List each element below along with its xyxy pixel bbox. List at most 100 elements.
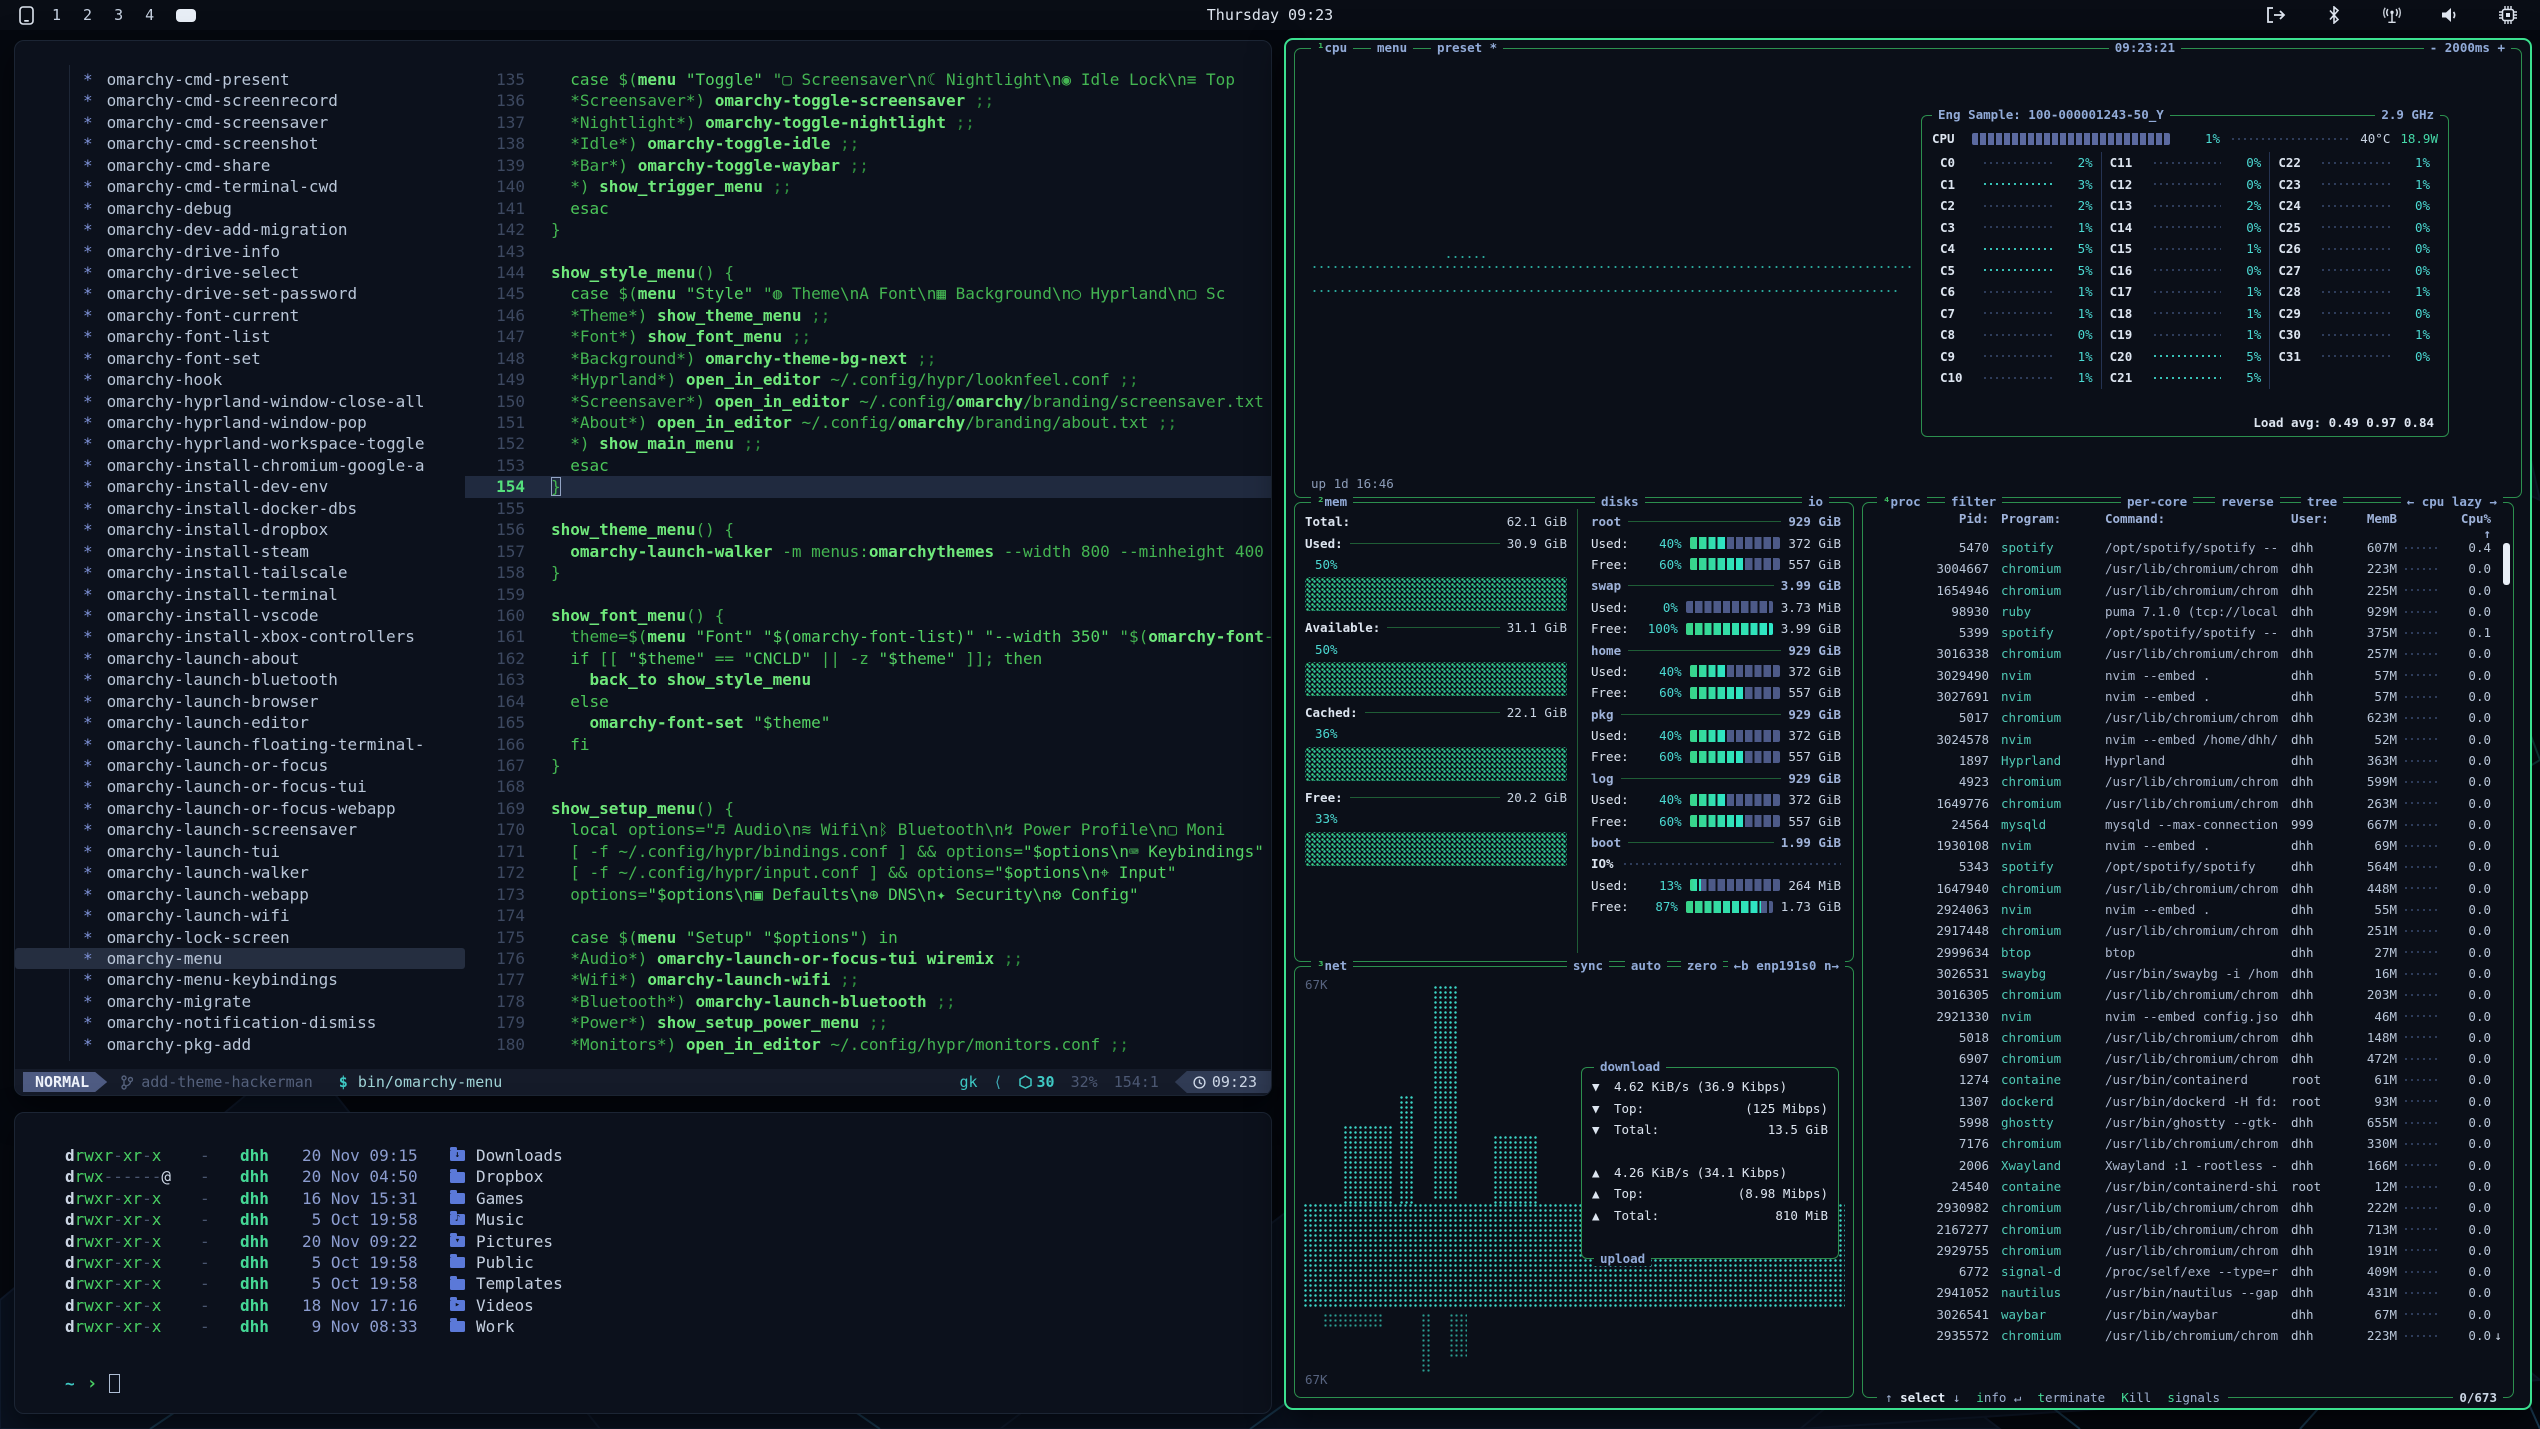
process-row[interactable]: 1930108nvimnvim --embed .dhh69M0.0 bbox=[1871, 835, 2505, 856]
dir-name[interactable]: Work bbox=[476, 1316, 515, 1337]
file-item[interactable]: *omarchy-install-xbox-controllers bbox=[15, 626, 465, 647]
tab-mem[interactable]: ²mem bbox=[1311, 495, 1353, 509]
file-item[interactable]: *omarchy-migrate bbox=[15, 991, 465, 1012]
file-item[interactable]: *omarchy-install-docker-dbs bbox=[15, 498, 465, 519]
code-line[interactable]: theme=$(menu "Font" "$(omarchy-font-list… bbox=[525, 626, 1271, 647]
file-item[interactable]: *omarchy-launch-or-focus bbox=[15, 755, 465, 776]
file-item[interactable]: *omarchy-cmd-screenshot bbox=[15, 133, 465, 154]
code-line[interactable]: *Background*) omarchy-theme-bg-next ;; bbox=[525, 348, 1271, 369]
file-item[interactable]: *omarchy-cmd-present bbox=[15, 69, 465, 90]
code-line[interactable] bbox=[525, 241, 1271, 262]
code-line[interactable]: show_setup_menu() { bbox=[525, 798, 1271, 819]
code-line[interactable]: *Audio*) omarchy-launch-or-focus-tui wir… bbox=[525, 948, 1271, 969]
code-line[interactable] bbox=[525, 905, 1271, 926]
code-line[interactable]: *Monitors*) open_in_editor ~/.config/hyp… bbox=[525, 1034, 1271, 1055]
code-line[interactable]: *Theme*) show_theme_menu ;; bbox=[525, 305, 1271, 326]
code-line[interactable]: case $(menu "Setup" "$options") in bbox=[525, 927, 1271, 948]
tree-button[interactable]: tree bbox=[2301, 495, 2343, 509]
code-line[interactable]: show_font_menu() { bbox=[525, 605, 1271, 626]
file-item[interactable]: *omarchy-install-steam bbox=[15, 541, 465, 562]
process-row[interactable]: 6907chromium/usr/lib/chromium/chromdhh47… bbox=[1871, 1048, 2505, 1069]
process-row[interactable]: 2930982chromium/usr/lib/chromium/chromdh… bbox=[1871, 1197, 2505, 1218]
process-row[interactable]: 3026531swaybg/usr/bin/swaybg -i /homdhh1… bbox=[1871, 963, 2505, 984]
file-item[interactable]: *omarchy-launch-or-focus-webapp bbox=[15, 798, 465, 819]
file-item[interactable]: *omarchy-hyprland-window-close-all bbox=[15, 391, 465, 412]
code-line[interactable]: fi bbox=[525, 734, 1271, 755]
code-line[interactable]: omarchy-launch-walker -m menus:omarchyth… bbox=[525, 541, 1271, 562]
process-row[interactable]: 3016338chromium/usr/lib/chromium/chromdh… bbox=[1871, 643, 2505, 664]
process-row[interactable]: 5470spotify/opt/spotify/spotify --dhh607… bbox=[1871, 537, 2505, 558]
code-line[interactable]: local options="♬ Audio\n≋ Wifi\nᛒ Blueto… bbox=[525, 819, 1271, 840]
update-interval[interactable]: - 2000ms + bbox=[2424, 41, 2511, 55]
file-item[interactable]: *omarchy-launch-browser bbox=[15, 691, 465, 712]
file-item[interactable]: *omarchy-launch-tui bbox=[15, 841, 465, 862]
file-item[interactable]: *omarchy-install-dropbox bbox=[15, 519, 465, 540]
sort-selector[interactable]: ← cpu lazy → bbox=[2401, 495, 2503, 509]
file-item[interactable]: *omarchy-drive-info bbox=[15, 241, 465, 262]
file-item[interactable]: *omarchy-menu-keybindings bbox=[15, 969, 465, 990]
code-line[interactable]: } bbox=[525, 562, 1271, 583]
process-row[interactable]: 2935572chromium/usr/lib/chromium/chromdh… bbox=[1871, 1325, 2505, 1346]
process-row[interactable]: 5399spotify/opt/spotify/spotify --dhh375… bbox=[1871, 622, 2505, 643]
net-sync-button[interactable]: sync bbox=[1567, 959, 1609, 973]
dir-name[interactable]: Games bbox=[476, 1188, 524, 1209]
process-row[interactable]: 5017chromium/usr/lib/chromium/chromdhh62… bbox=[1871, 707, 2505, 728]
code-line[interactable]: *Bluetooth*) omarchy-launch-bluetooth ;; bbox=[525, 991, 1271, 1012]
file-item[interactable]: *omarchy-notification-dismiss bbox=[15, 1012, 465, 1033]
code-line[interactable]: esac bbox=[525, 198, 1271, 219]
process-row[interactable]: 3024578nvimnvim --embed /home/dhh/dhh52M… bbox=[1871, 729, 2505, 750]
process-row[interactable]: 2006XwaylandXwayland :1 -rootless -dhh16… bbox=[1871, 1155, 2505, 1176]
process-row[interactable]: 5998ghostty/usr/bin/ghostty --gtk-dhh655… bbox=[1871, 1112, 2505, 1133]
code-line[interactable]: *Bar*) omarchy-toggle-waybar ;; bbox=[525, 155, 1271, 176]
file-item[interactable]: *omarchy-launch-wifi bbox=[15, 905, 465, 926]
file-item[interactable]: *omarchy-drive-set-password bbox=[15, 283, 465, 304]
file-item[interactable]: *omarchy-cmd-share bbox=[15, 155, 465, 176]
dir-name[interactable]: Templates bbox=[476, 1273, 563, 1294]
shell-prompt[interactable]: ~ › bbox=[65, 1373, 120, 1394]
file-item[interactable]: *omarchy-launch-bluetooth bbox=[15, 669, 465, 690]
process-row[interactable]: 7176chromium/usr/lib/chromium/chromdhh33… bbox=[1871, 1133, 2505, 1154]
file-item[interactable]: *omarchy-hook bbox=[15, 369, 465, 390]
tab-disks[interactable]: disks bbox=[1595, 495, 1645, 509]
process-row[interactable]: 3004667chromium/usr/lib/chromium/chromdh… bbox=[1871, 558, 2505, 579]
file-item[interactable]: *omarchy-hyprland-workspace-toggle bbox=[15, 433, 465, 454]
file-item[interactable]: *omarchy-drive-select bbox=[15, 262, 465, 283]
reverse-button[interactable]: reverse bbox=[2215, 495, 2280, 509]
code-line[interactable]: show_style_menu() { bbox=[525, 262, 1271, 283]
code-line[interactable]: [ -f ~/.config/hypr/bindings.conf ] && o… bbox=[525, 841, 1271, 862]
footer-action[interactable]: info ↵ bbox=[1968, 1391, 2029, 1405]
dir-name[interactable]: Music bbox=[476, 1209, 524, 1230]
clock[interactable]: Thursday 09:23 bbox=[0, 6, 2540, 24]
code-line[interactable]: back_to show_style_menu bbox=[525, 669, 1271, 690]
footer-action[interactable]: terminate bbox=[2029, 1391, 2113, 1405]
process-row[interactable]: 3026541waybar/usr/bin/waybardhh67M0.0 bbox=[1871, 1304, 2505, 1325]
code-line[interactable]: *Font*) show_font_menu ;; bbox=[525, 326, 1271, 347]
process-row[interactable]: 3029490nvimnvim --embed .dhh57M0.0 bbox=[1871, 665, 2505, 686]
code-line[interactable] bbox=[525, 498, 1271, 519]
tab-net[interactable]: ³net bbox=[1311, 959, 1353, 973]
file-item[interactable]: *omarchy-launch-webapp bbox=[15, 884, 465, 905]
process-row[interactable]: 24564mysqldmysqld --max-connection999667… bbox=[1871, 814, 2505, 835]
code-line[interactable]: esac bbox=[525, 455, 1271, 476]
code-line[interactable]: case $(menu "Style" "◍ Theme\nA Font\n▦ … bbox=[525, 283, 1271, 304]
process-row[interactable]: 4923chromium/usr/lib/chromium/chromdhh59… bbox=[1871, 771, 2505, 792]
code-line[interactable]: *Idle*) omarchy-toggle-idle ;; bbox=[525, 133, 1271, 154]
file-item[interactable]: *omarchy-launch-or-focus-tui bbox=[15, 776, 465, 797]
code-line[interactable]: *Hyprland*) open_in_editor ~/.config/hyp… bbox=[525, 369, 1271, 390]
code-line[interactable]: } bbox=[525, 755, 1271, 776]
file-item[interactable]: *omarchy-launch-screensaver bbox=[15, 819, 465, 840]
percore-button[interactable]: per-core bbox=[2121, 495, 2193, 509]
dir-name[interactable]: Downloads bbox=[476, 1145, 563, 1166]
dir-name[interactable]: Public bbox=[476, 1252, 534, 1273]
file-item[interactable]: *omarchy-install-chromium-google-a bbox=[15, 455, 465, 476]
net-interface[interactable]: ←b enp191s0 n→ bbox=[1728, 959, 1845, 973]
code-line[interactable]: show_theme_menu() { bbox=[525, 519, 1271, 540]
process-row[interactable]: 3016305chromium/usr/lib/chromium/chromdh… bbox=[1871, 984, 2505, 1005]
filter-button[interactable]: filter bbox=[1945, 495, 2002, 509]
process-row[interactable]: 2924063nvimnvim --embed .dhh55M0.0 bbox=[1871, 899, 2505, 920]
process-row[interactable]: 2921330nvimnvim --embed config.jsodhh46M… bbox=[1871, 1006, 2505, 1027]
net-auto-button[interactable]: auto bbox=[1625, 959, 1667, 973]
process-row[interactable]: 2167277chromium/usr/lib/chromium/chromdh… bbox=[1871, 1219, 2505, 1240]
net-zero-button[interactable]: zero bbox=[1681, 959, 1723, 973]
file-item[interactable]: *omarchy-font-current bbox=[15, 305, 465, 326]
